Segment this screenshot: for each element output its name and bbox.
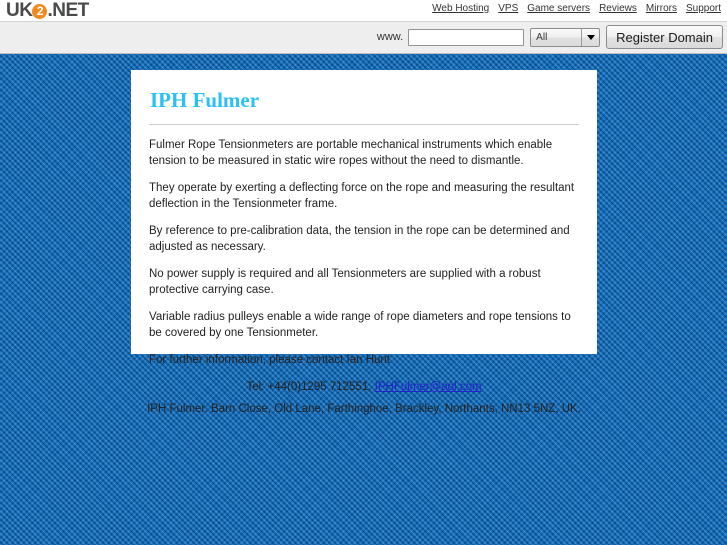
nav-link-vps[interactable]: VPS <box>498 3 518 14</box>
body-paragraph: Fulmer Rope Tensionmeters are portable m… <box>149 139 553 167</box>
nav-link-support[interactable]: Support <box>686 3 721 14</box>
tld-select-value: All <box>536 31 548 43</box>
telephone-number: Tel: +44(0)1295 712551, <box>246 380 372 393</box>
page-title: IPH Fulmer <box>150 88 260 112</box>
top-navigation: Web Hosting VPS Game servers Reviews Mir… <box>432 3 721 14</box>
logo-prefix: UK <box>6 0 33 21</box>
tld-select[interactable]: All <box>530 27 601 47</box>
main-content-card: IPH Fulmer Fulmer Rope Tensionmeters are… <box>131 70 597 415</box>
register-domain-button[interactable]: Register Domain <box>606 25 723 49</box>
domain-search-bar: www. All Register Domain <box>0 22 727 54</box>
nav-link-web-hosting[interactable]: Web Hosting <box>432 3 489 14</box>
contact-prompt: For further information, please contact … <box>149 354 390 367</box>
domain-search-input[interactable] <box>408 28 525 46</box>
nav-link-reviews[interactable]: Reviews <box>599 3 637 14</box>
title-divider <box>149 124 579 125</box>
site-header: UK 2 .NET Web Hosting VPS Game servers Rev… <box>0 0 727 22</box>
uk2net-logo[interactable]: UK 2 .NET <box>6 0 89 21</box>
body-paragraph: Variable radius pulleys enable a wide ra… <box>149 311 571 339</box>
nav-link-game-servers[interactable]: Game servers <box>527 3 590 14</box>
body-paragraph: They operate by exerting a deflecting fo… <box>149 182 575 210</box>
postal-address: IPH Fulmer. Barn Close, Old Lane, Farthi… <box>147 402 581 415</box>
chevron-down-icon[interactable] <box>581 28 599 46</box>
domain-search-form: www. All Register Domain <box>377 25 723 49</box>
telephone-line: Tel: +44(0)1295 712551, IPHFulmer@aol.co… <box>147 381 581 393</box>
www-prefix-label: www. <box>376 31 404 43</box>
body-paragraph: No power supply is required and all Tens… <box>149 268 541 296</box>
email-link[interactable]: IPHFulmer@aol.com <box>375 381 482 393</box>
logo-suffix: .NET <box>47 0 89 21</box>
body-paragraph: By reference to pre-calibration data, th… <box>149 225 570 253</box>
nav-link-mirrors[interactable]: Mirrors <box>646 3 677 14</box>
logo-badge-icon: 2 <box>32 4 48 19</box>
